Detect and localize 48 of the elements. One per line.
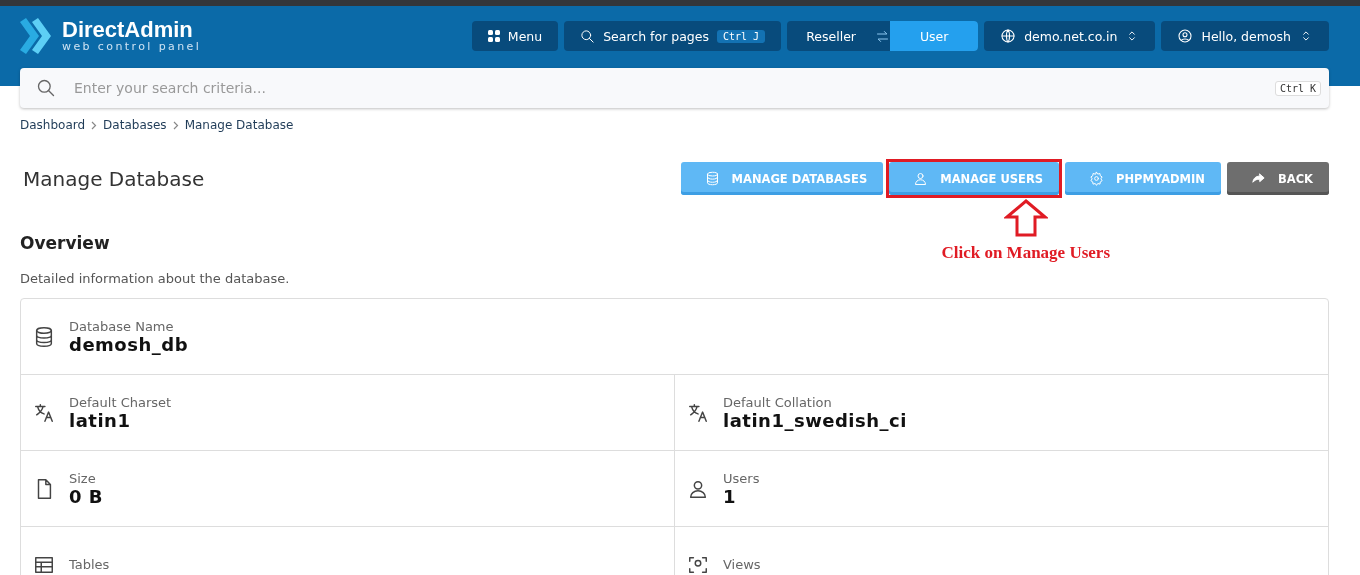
globe-icon xyxy=(1000,28,1017,44)
page-title: Manage Database xyxy=(23,166,205,191)
translate-icon xyxy=(33,401,55,424)
gear-icon xyxy=(1089,171,1104,186)
action-button[interactable]: BACK xyxy=(1226,162,1329,195)
breadcrumb-current: Manage Database xyxy=(184,118,294,132)
breadcrumb-link[interactable]: Dashboard xyxy=(20,118,86,132)
section-description: Detailed information about the database. xyxy=(20,271,290,286)
field-label: Users xyxy=(723,470,760,486)
user-icon xyxy=(913,171,929,186)
logo-icon xyxy=(18,16,54,56)
up-arrow-icon xyxy=(1003,199,1048,237)
translate-icon xyxy=(687,401,709,424)
field-label: Default Charset xyxy=(69,394,172,410)
annotation-text: Click on Manage Users xyxy=(941,243,1110,263)
field-label: Views xyxy=(723,557,761,572)
field-label: Size xyxy=(69,470,97,486)
field-label: Database Name xyxy=(69,318,175,334)
section-title: Overview xyxy=(20,233,111,253)
search-input[interactable]: Enter your search criteria... xyxy=(72,79,1259,97)
menu-button[interactable]: Menu xyxy=(471,21,559,51)
chevron-icon xyxy=(91,120,98,130)
database-icon xyxy=(704,171,720,186)
shortcut-key: Ctrl K xyxy=(1274,80,1321,96)
user-menu[interactable]: Hello, demosh xyxy=(1161,21,1329,51)
shortcut-key: Ctrl J xyxy=(717,29,766,43)
search-icon xyxy=(580,28,596,44)
field-value: 1 xyxy=(723,485,738,507)
share-icon xyxy=(1250,171,1266,186)
logo-subtitle: web control panel xyxy=(62,41,202,53)
page-search-button[interactable]: Search for pages Ctrl J xyxy=(564,21,782,51)
logo-title: DirectAdmin xyxy=(62,19,194,41)
search-field[interactable]: Enter your search criteria... Ctrl K xyxy=(20,68,1329,108)
swap-icon xyxy=(875,28,891,44)
role-toggle[interactable]: Reseller xyxy=(787,21,876,51)
field-value: latin1 xyxy=(69,409,132,431)
breadcrumb-link[interactable]: Databases xyxy=(103,118,167,132)
field-value: 0 B xyxy=(69,485,103,507)
domain-select[interactable]: demo.net.co.in xyxy=(984,21,1156,51)
chevron-icon xyxy=(172,120,179,130)
grid-icon xyxy=(487,30,500,42)
database-icon xyxy=(33,325,55,348)
field-value: latin1_swedish_ci xyxy=(723,409,907,431)
user-icon xyxy=(1177,28,1194,44)
field-label: Default Collation xyxy=(723,394,833,410)
field-label: Tables xyxy=(69,557,110,572)
field-value: demosh_db xyxy=(69,333,188,355)
search-icon xyxy=(36,78,56,98)
